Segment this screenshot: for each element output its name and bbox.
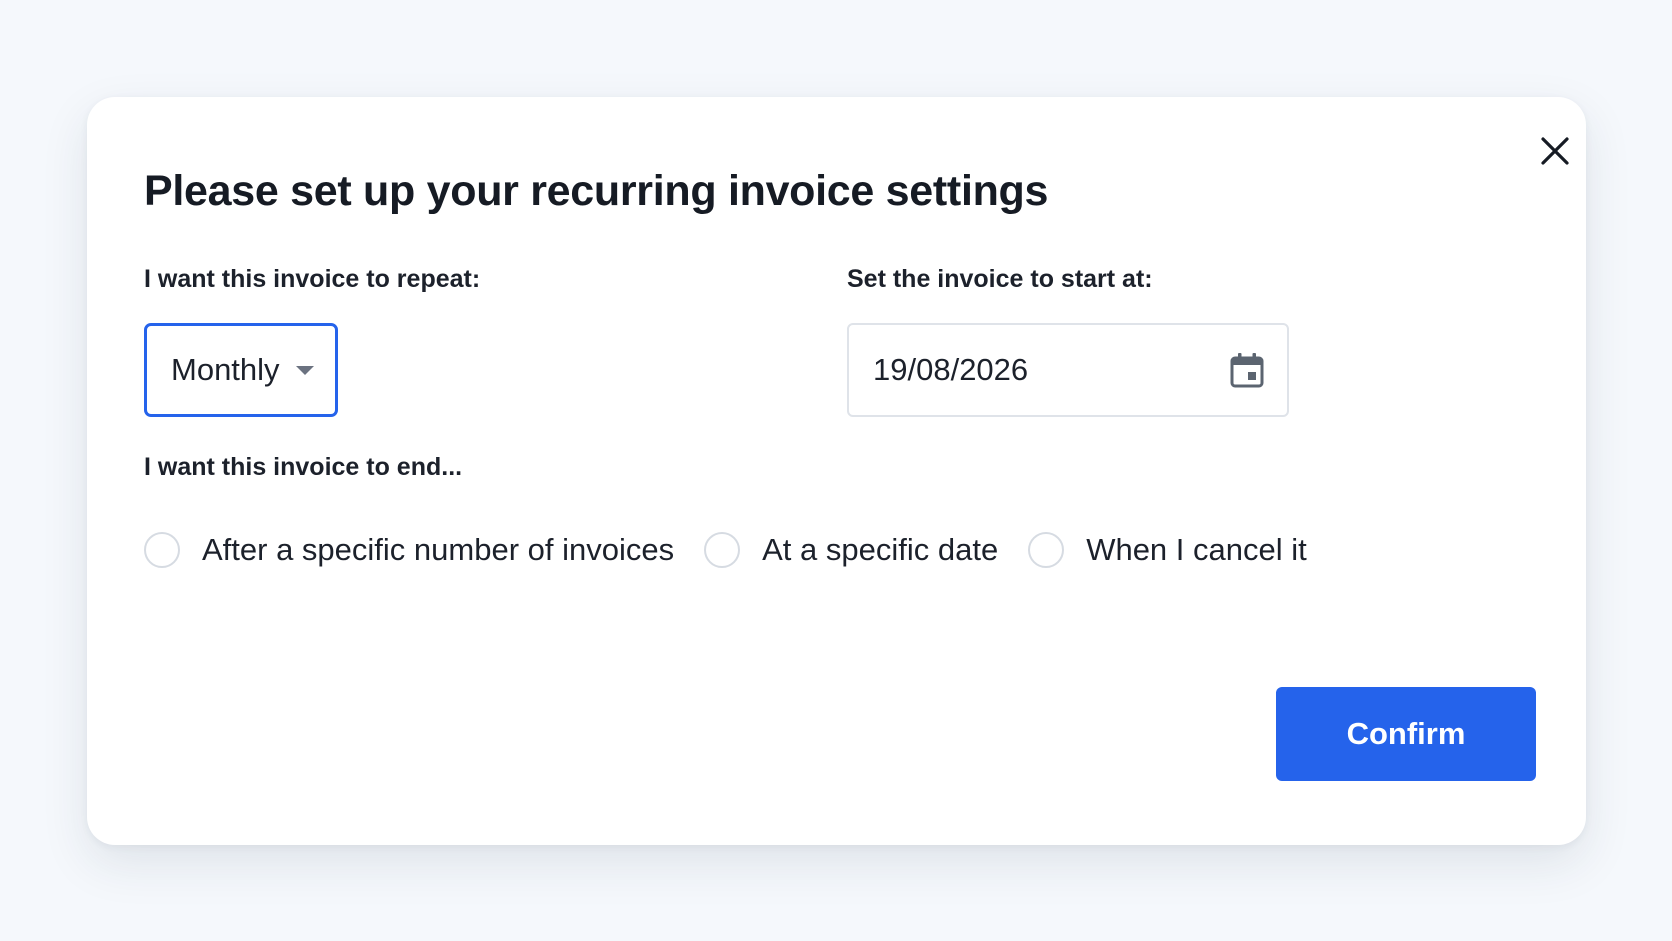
- start-date-value: 19/08/2026: [873, 352, 1029, 387]
- radio-when-cancelled[interactable]: When I cancel it: [1028, 532, 1307, 568]
- confirm-button[interactable]: Confirm: [1276, 687, 1536, 781]
- end-condition-label: I want this invoice to end...: [144, 453, 463, 481]
- recurring-invoice-modal: Please set up your recurring invoice set…: [87, 97, 1586, 845]
- end-condition-radio-group: After a specific number of invoices At a…: [144, 527, 1337, 573]
- repeat-frequency-value: Monthly: [171, 352, 280, 387]
- repeat-frequency-select[interactable]: Monthly: [144, 323, 338, 417]
- radio-label: When I cancel it: [1086, 532, 1307, 567]
- close-button[interactable]: [1533, 129, 1577, 173]
- radio-button[interactable]: [144, 532, 180, 568]
- start-date-input[interactable]: 19/08/2026: [847, 323, 1289, 417]
- chevron-down-icon: [295, 365, 314, 375]
- start-date-label: Set the invoice to start at:: [847, 265, 1153, 293]
- radio-label: At a specific date: [762, 532, 999, 567]
- radio-after-number-of-invoices[interactable]: After a specific number of invoices: [144, 532, 674, 568]
- repeat-label: I want this invoice to repeat:: [144, 265, 481, 293]
- radio-label: After a specific number of invoices: [202, 532, 675, 567]
- modal-title: Please set up your recurring invoice set…: [144, 167, 1049, 215]
- radio-button[interactable]: [1028, 532, 1065, 568]
- close-icon: [1541, 137, 1569, 165]
- calendar-button[interactable]: [1227, 349, 1267, 391]
- radio-button[interactable]: [704, 532, 741, 568]
- calendar-icon: [1230, 353, 1264, 388]
- radio-at-specific-date[interactable]: At a specific date: [704, 532, 998, 568]
